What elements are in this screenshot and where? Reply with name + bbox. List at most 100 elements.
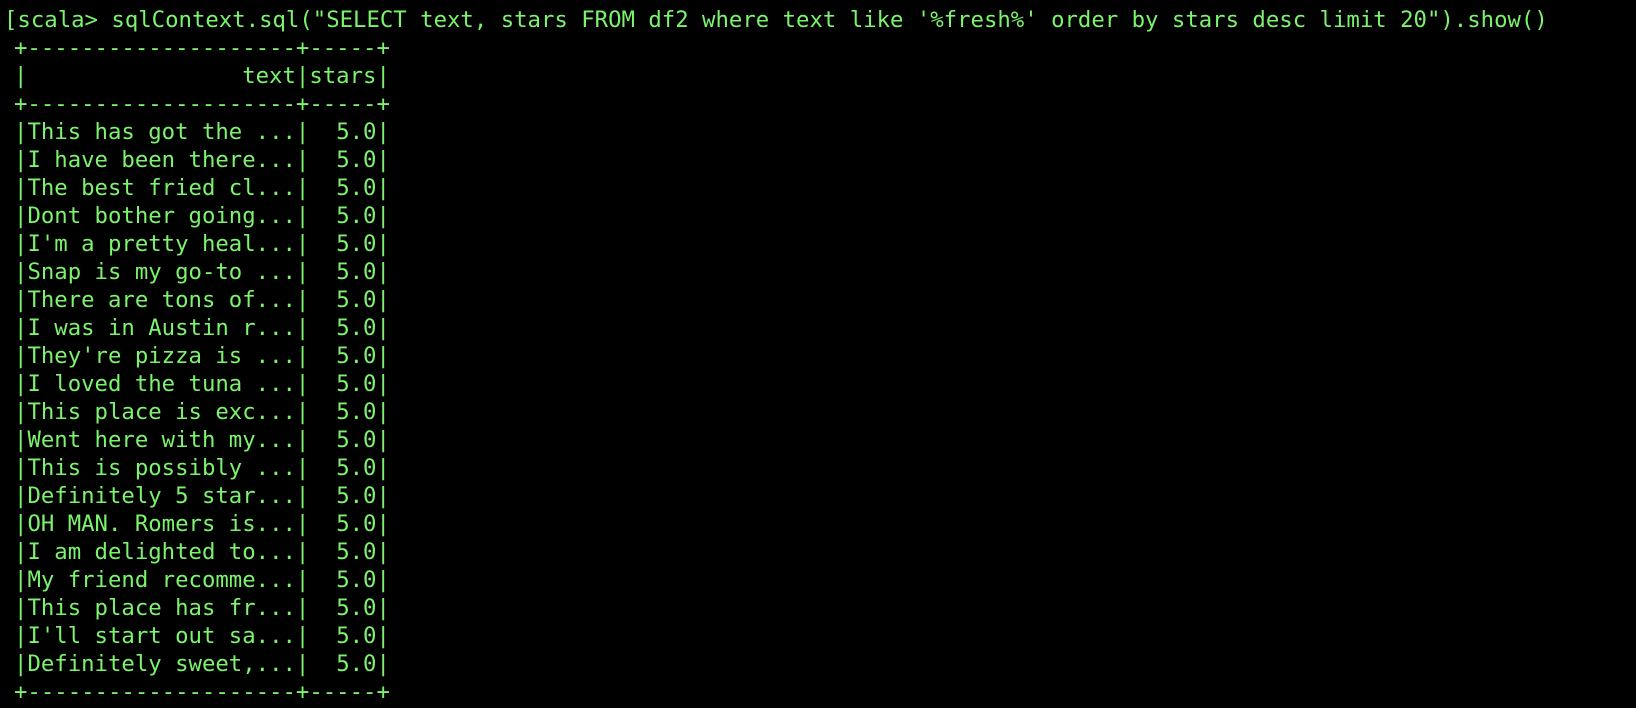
cell-separator: | bbox=[376, 651, 390, 677]
cell-separator: | bbox=[376, 287, 390, 313]
cell-text: This has got the ... bbox=[27, 119, 296, 145]
cell-separator: | bbox=[295, 287, 310, 313]
table-row: |I'm a pretty heal...| 5.0| bbox=[4, 230, 1636, 258]
cell-stars: 5.0 bbox=[309, 259, 377, 285]
cell-text: Definitely 5 star... bbox=[27, 483, 296, 509]
cell-separator: | bbox=[14, 595, 28, 621]
cell-separator: | bbox=[376, 595, 390, 621]
cell-separator: | bbox=[376, 231, 390, 257]
cell-text: I'll start out sa... bbox=[27, 623, 296, 649]
cell-separator: | bbox=[14, 427, 28, 453]
cell-stars: 5.0 bbox=[309, 483, 377, 509]
cell-stars: 5.0 bbox=[309, 315, 377, 341]
table-row: |I have been there...| 5.0| bbox=[4, 146, 1636, 174]
cell-text: This place has fr... bbox=[27, 595, 296, 621]
cell-stars: 5.0 bbox=[309, 203, 377, 229]
cell-separator: | bbox=[376, 539, 390, 565]
cell-text: I loved the tuna ... bbox=[27, 371, 296, 397]
table-row: |OH MAN. Romers is...| 5.0| bbox=[4, 510, 1636, 538]
cell-stars: 5.0 bbox=[309, 119, 377, 145]
table-row: |This place has fr...| 5.0| bbox=[4, 594, 1636, 622]
cell-separator: | bbox=[14, 623, 28, 649]
cell-separator: | bbox=[14, 259, 28, 285]
table-row: |There are tons of...| 5.0| bbox=[4, 286, 1636, 314]
cell-separator: | bbox=[14, 539, 28, 565]
cell-separator: | bbox=[14, 315, 28, 341]
table-row: |This has got the ...| 5.0| bbox=[4, 118, 1636, 146]
table-header: | text|stars| bbox=[14, 63, 390, 89]
table-row: |This is possibly ...| 5.0| bbox=[4, 454, 1636, 482]
cell-separator: | bbox=[295, 231, 310, 257]
cell-stars: 5.0 bbox=[309, 399, 377, 425]
cell-separator: | bbox=[295, 455, 310, 481]
cell-stars: 5.0 bbox=[309, 175, 377, 201]
cell-separator: | bbox=[14, 147, 28, 173]
cell-stars: 5.0 bbox=[309, 343, 377, 369]
cell-separator: | bbox=[14, 203, 28, 229]
cell-stars: 5.0 bbox=[309, 147, 377, 173]
cell-separator: | bbox=[376, 567, 390, 593]
cell-separator: | bbox=[376, 623, 390, 649]
cell-text: My friend recomme... bbox=[27, 567, 296, 593]
cell-stars: 5.0 bbox=[309, 455, 377, 481]
command-text: sqlContext.sql("SELECT text, stars FROM … bbox=[111, 7, 1548, 33]
cell-separator: | bbox=[14, 651, 28, 677]
cell-separator: | bbox=[14, 231, 28, 257]
cell-separator: | bbox=[295, 315, 310, 341]
cell-separator: | bbox=[14, 511, 28, 537]
cell-stars: 5.0 bbox=[309, 511, 377, 537]
cell-separator: | bbox=[14, 399, 28, 425]
cell-stars: 5.0 bbox=[309, 539, 377, 565]
cell-stars: 5.0 bbox=[309, 371, 377, 397]
cell-separator: | bbox=[376, 315, 390, 341]
cell-separator: | bbox=[295, 567, 310, 593]
cell-text: Dont bother going... bbox=[27, 203, 296, 229]
cell-text: I am delighted to... bbox=[27, 539, 296, 565]
cell-stars: 5.0 bbox=[309, 231, 377, 257]
table-row: |I loved the tuna ...| 5.0| bbox=[4, 370, 1636, 398]
cell-separator: | bbox=[295, 483, 310, 509]
cell-separator: | bbox=[295, 539, 310, 565]
result-table: +--------------------+-----+ | text|star… bbox=[4, 34, 1636, 706]
cell-stars: 5.0 bbox=[309, 567, 377, 593]
table-row: |My friend recomme...| 5.0| bbox=[4, 566, 1636, 594]
table-row: |I'll start out sa...| 5.0| bbox=[4, 622, 1636, 650]
table-row: |Definitely sweet,...| 5.0| bbox=[4, 650, 1636, 678]
cell-separator: | bbox=[295, 343, 310, 369]
cell-separator: | bbox=[376, 147, 390, 173]
cell-separator: | bbox=[376, 399, 390, 425]
cell-text: They're pizza is ... bbox=[27, 343, 296, 369]
cell-separator: | bbox=[295, 427, 310, 453]
cell-separator: | bbox=[295, 203, 310, 229]
cell-text: The best fried cl... bbox=[27, 175, 296, 201]
cell-separator: | bbox=[295, 259, 310, 285]
cell-separator: | bbox=[376, 511, 390, 537]
table-row: |They're pizza is ...| 5.0| bbox=[4, 342, 1636, 370]
cell-separator: | bbox=[376, 119, 390, 145]
cell-separator: | bbox=[295, 119, 310, 145]
cell-text: Definitely sweet,... bbox=[27, 651, 296, 677]
cell-separator: | bbox=[295, 595, 310, 621]
table-row: |This place is exc...| 5.0| bbox=[4, 398, 1636, 426]
cell-text: This is possibly ... bbox=[27, 455, 296, 481]
cell-separator: | bbox=[14, 287, 28, 313]
command-line: [scala> sqlContext.sql("SELECT text, sta… bbox=[4, 6, 1636, 34]
cell-text: I'm a pretty heal... bbox=[27, 231, 296, 257]
cell-text: Went here with my... bbox=[27, 427, 296, 453]
cell-separator: | bbox=[14, 343, 28, 369]
cell-stars: 5.0 bbox=[309, 427, 377, 453]
cell-separator: | bbox=[295, 511, 310, 537]
cell-separator: | bbox=[14, 175, 28, 201]
cell-separator: | bbox=[376, 203, 390, 229]
shell-prompt: [scala> bbox=[4, 7, 112, 33]
table-row: |Definitely 5 star...| 5.0| bbox=[4, 482, 1636, 510]
cell-separator: | bbox=[14, 119, 28, 145]
table-row: |The best fried cl...| 5.0| bbox=[4, 174, 1636, 202]
cell-separator: | bbox=[14, 567, 28, 593]
terminal-window[interactable]: [scala> sqlContext.sql("SELECT text, sta… bbox=[0, 0, 1636, 708]
table-border-header: +--------------------+-----+ bbox=[14, 91, 390, 117]
cell-separator: | bbox=[295, 399, 310, 425]
cell-separator: | bbox=[376, 371, 390, 397]
cell-separator: | bbox=[376, 455, 390, 481]
table-row: |I am delighted to...| 5.0| bbox=[4, 538, 1636, 566]
